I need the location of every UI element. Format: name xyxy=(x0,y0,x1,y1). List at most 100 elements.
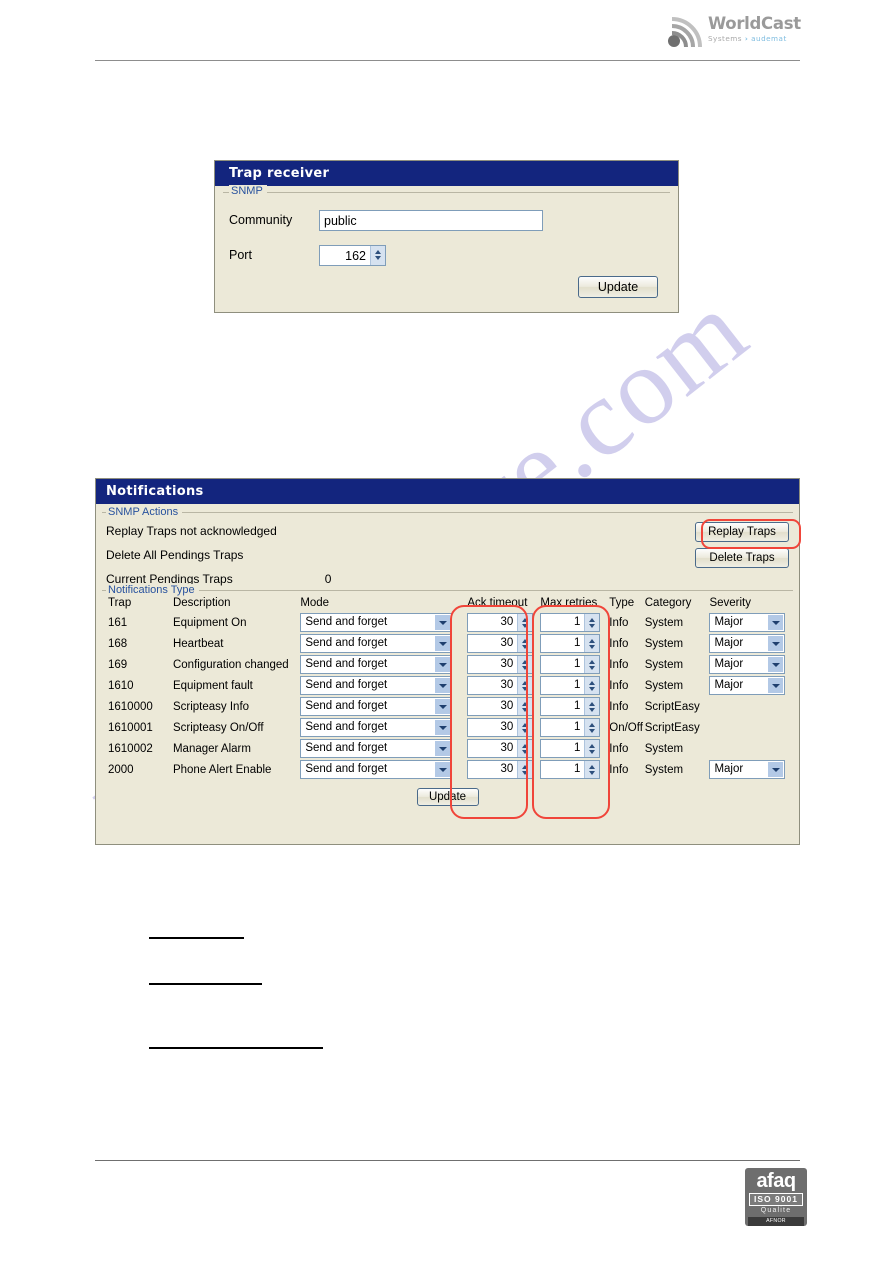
max-retries-stepper-buttons[interactable] xyxy=(584,635,600,652)
stepper-down-icon[interactable] xyxy=(522,644,529,649)
chevron-down-icon[interactable] xyxy=(768,678,784,693)
replay-traps-button[interactable]: Replay Traps xyxy=(695,522,789,542)
delete-traps-button[interactable]: Delete Traps xyxy=(695,548,789,568)
ack-timeout-stepper-buttons[interactable] xyxy=(517,740,533,757)
stepper-down-icon[interactable] xyxy=(589,749,596,754)
stepper-down-icon[interactable] xyxy=(522,707,529,712)
stepper-down-icon[interactable] xyxy=(589,686,596,691)
max-retries-value[interactable]: 1 xyxy=(541,635,585,652)
max-retries-stepper-buttons[interactable] xyxy=(584,740,600,757)
ack-timeout-stepper-buttons[interactable] xyxy=(517,614,533,631)
max-retries-stepper[interactable]: 1 xyxy=(540,718,601,737)
port-stepper-buttons[interactable] xyxy=(370,245,385,265)
severity-select[interactable]: Major xyxy=(709,634,786,653)
ack-timeout-value[interactable]: 30 xyxy=(468,740,518,757)
mode-select[interactable]: Send and forget xyxy=(300,655,453,674)
chevron-down-icon[interactable] xyxy=(435,699,451,714)
ack-timeout-value[interactable]: 30 xyxy=(468,677,518,694)
chevron-down-icon[interactable] xyxy=(435,720,451,735)
max-retries-stepper[interactable]: 1 xyxy=(540,655,601,674)
chevron-down-icon[interactable] xyxy=(435,678,451,693)
max-retries-value[interactable]: 1 xyxy=(541,677,585,694)
chevron-down-icon[interactable] xyxy=(435,741,451,756)
chevron-down-icon[interactable] xyxy=(435,636,451,651)
max-retries-stepper[interactable]: 1 xyxy=(540,634,601,653)
stepper-up-icon[interactable] xyxy=(589,743,596,748)
stepper-down-icon[interactable] xyxy=(589,770,596,775)
max-retries-value[interactable]: 1 xyxy=(541,719,585,736)
mode-select[interactable]: Send and forget xyxy=(300,613,453,632)
ack-timeout-value[interactable]: 30 xyxy=(468,719,518,736)
stepper-up-icon[interactable] xyxy=(589,680,596,685)
stepper-up-icon[interactable] xyxy=(589,764,596,769)
max-retries-stepper-buttons[interactable] xyxy=(584,719,600,736)
chevron-down-icon[interactable] xyxy=(435,762,451,777)
severity-select[interactable]: Major xyxy=(709,676,786,695)
stepper-up-icon[interactable] xyxy=(522,638,529,643)
severity-select[interactable]: Major xyxy=(709,655,786,674)
mode-select[interactable]: Send and forget xyxy=(300,634,453,653)
chevron-down-icon[interactable] xyxy=(768,636,784,651)
stepper-up-icon[interactable] xyxy=(589,638,596,643)
stepper-down-icon[interactable] xyxy=(522,770,529,775)
ack-timeout-value[interactable]: 30 xyxy=(468,614,518,631)
ack-timeout-stepper-buttons[interactable] xyxy=(517,719,533,736)
ack-timeout-value[interactable]: 30 xyxy=(468,698,518,715)
ack-timeout-stepper[interactable]: 30 xyxy=(467,718,534,737)
notifications-update-button[interactable]: Update xyxy=(416,788,479,806)
stepper-up-icon[interactable] xyxy=(522,743,529,748)
stepper-down-icon[interactable] xyxy=(522,686,529,691)
max-retries-stepper-buttons[interactable] xyxy=(584,614,600,631)
port-value[interactable]: 162 xyxy=(320,245,370,265)
max-retries-value[interactable]: 1 xyxy=(541,698,585,715)
max-retries-stepper-buttons[interactable] xyxy=(584,656,600,673)
stepper-down-icon[interactable] xyxy=(375,256,381,260)
mode-select[interactable]: Send and forget xyxy=(300,718,453,737)
max-retries-value[interactable]: 1 xyxy=(541,656,585,673)
ack-timeout-stepper[interactable]: 30 xyxy=(467,739,534,758)
stepper-up-icon[interactable] xyxy=(522,617,529,622)
chevron-down-icon[interactable] xyxy=(768,762,784,777)
mode-select[interactable]: Send and forget xyxy=(300,760,453,779)
stepper-up-icon[interactable] xyxy=(589,617,596,622)
stepper-down-icon[interactable] xyxy=(522,749,529,754)
max-retries-stepper[interactable]: 1 xyxy=(540,739,601,758)
ack-timeout-stepper-buttons[interactable] xyxy=(517,635,533,652)
chevron-down-icon[interactable] xyxy=(435,657,451,672)
stepper-up-icon[interactable] xyxy=(522,659,529,664)
chevron-down-icon[interactable] xyxy=(768,657,784,672)
max-retries-stepper-buttons[interactable] xyxy=(584,677,600,694)
max-retries-stepper[interactable]: 1 xyxy=(540,676,601,695)
stepper-up-icon[interactable] xyxy=(522,764,529,769)
stepper-up-icon[interactable] xyxy=(522,701,529,706)
stepper-down-icon[interactable] xyxy=(589,728,596,733)
max-retries-stepper[interactable]: 1 xyxy=(540,697,601,716)
severity-select[interactable]: Major xyxy=(709,760,786,779)
stepper-down-icon[interactable] xyxy=(522,623,529,628)
ack-timeout-stepper-buttons[interactable] xyxy=(517,677,533,694)
community-input[interactable]: public xyxy=(319,209,543,231)
mode-select[interactable]: Send and forget xyxy=(300,739,453,758)
ack-timeout-stepper-buttons[interactable] xyxy=(517,656,533,673)
max-retries-value[interactable]: 1 xyxy=(541,761,585,778)
ack-timeout-stepper-buttons[interactable] xyxy=(517,698,533,715)
stepper-up-icon[interactable] xyxy=(375,250,381,254)
port-stepper[interactable]: 162 xyxy=(319,244,386,266)
max-retries-stepper[interactable]: 1 xyxy=(540,613,601,632)
stepper-up-icon[interactable] xyxy=(522,722,529,727)
stepper-down-icon[interactable] xyxy=(589,623,596,628)
ack-timeout-stepper[interactable]: 30 xyxy=(467,697,534,716)
ack-timeout-stepper[interactable]: 30 xyxy=(467,676,534,695)
ack-timeout-value[interactable]: 30 xyxy=(468,656,518,673)
stepper-down-icon[interactable] xyxy=(589,644,596,649)
stepper-down-icon[interactable] xyxy=(589,665,596,670)
trap-receiver-update-button[interactable]: Update xyxy=(578,276,658,298)
ack-timeout-stepper[interactable]: 30 xyxy=(467,634,534,653)
severity-select[interactable]: Major xyxy=(709,613,786,632)
ack-timeout-value[interactable]: 30 xyxy=(468,635,518,652)
ack-timeout-stepper[interactable]: 30 xyxy=(467,760,534,779)
ack-timeout-stepper[interactable]: 30 xyxy=(467,613,534,632)
stepper-up-icon[interactable] xyxy=(589,701,596,706)
stepper-up-icon[interactable] xyxy=(589,659,596,664)
chevron-down-icon[interactable] xyxy=(435,615,451,630)
